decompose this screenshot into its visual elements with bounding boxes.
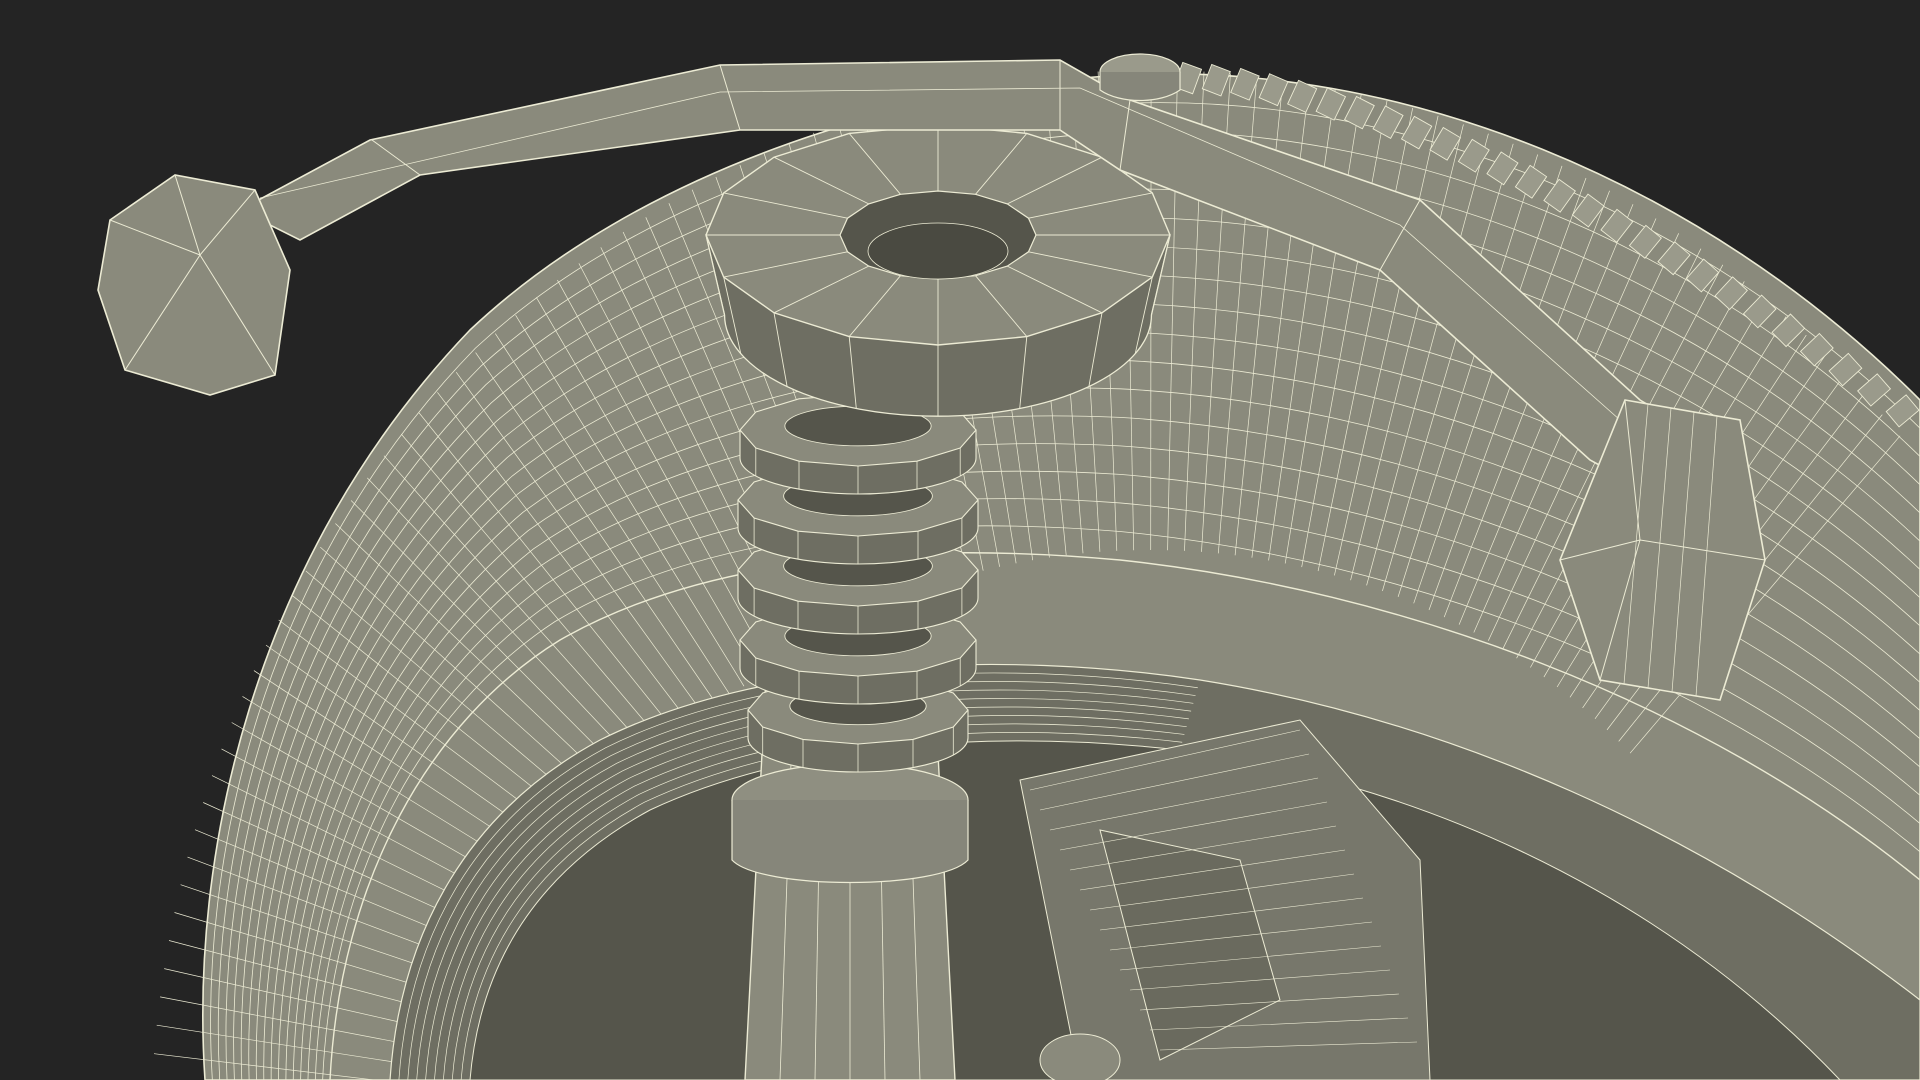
coil-spring bbox=[737, 393, 979, 773]
top-mount bbox=[705, 124, 1171, 417]
render-viewport bbox=[0, 0, 1920, 1080]
